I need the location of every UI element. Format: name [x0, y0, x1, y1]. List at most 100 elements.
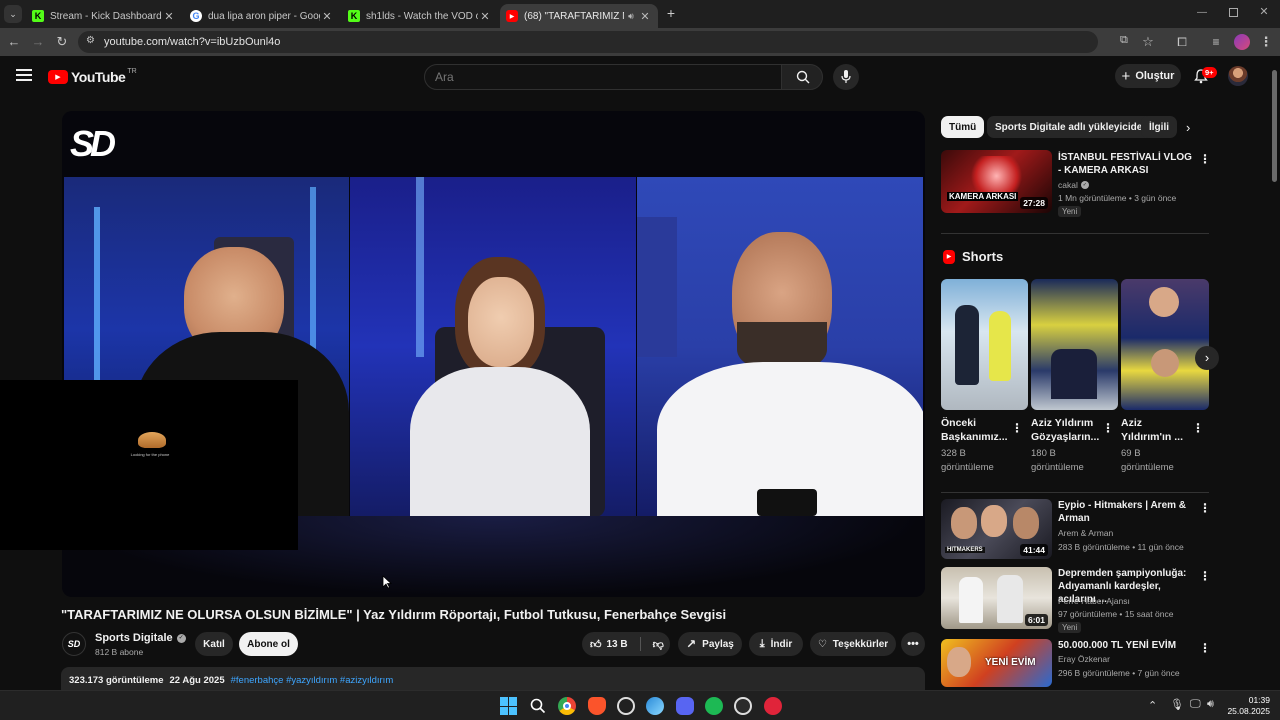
tab-youtube-active[interactable]: ▶ (68) "TARAFTARIMIZ NE OLURSA OLSUN BİZ… [500, 4, 658, 28]
site-info-icon[interactable]: ⚙ [86, 35, 95, 46]
short-title[interactable]: Önceki Başkanımız... [941, 416, 1021, 444]
tab-kick-vod[interactable]: K sh1lds - Watch the VOD on Kick ✕ [342, 4, 498, 28]
voice-search-button[interactable] [833, 64, 859, 90]
short-thumbnail[interactable] [941, 279, 1028, 410]
search-icon[interactable] [529, 697, 547, 715]
video-thumbnail[interactable]: YENİ EVİM [941, 639, 1052, 687]
more-vertical-icon[interactable]: ⋮ [1199, 501, 1211, 515]
address-bar[interactable]: ⚙ youtube.com/watch?v=ibUzbOunl4o ⧉ [78, 31, 1128, 53]
app-icon[interactable] [646, 697, 664, 715]
chips-next-chevron-icon[interactable]: › [1186, 120, 1190, 135]
volume-icon[interactable]: 🔊︎ [1207, 698, 1214, 711]
person-figure [989, 311, 1011, 381]
back-arrow-icon[interactable]: ← [6, 34, 22, 50]
scrollbar-thumb[interactable] [1272, 70, 1277, 182]
short-title[interactable]: Aziz Yıldırım'ın ... [1121, 416, 1191, 444]
speaker-icon[interactable]: 🔊︎ [624, 11, 638, 22]
profile-avatar-icon[interactable] [1234, 34, 1250, 50]
tray-chevron-up-icon[interactable]: ⌃ [1148, 699, 1157, 712]
video-channel[interactable]: cakal ✓ [1058, 180, 1089, 190]
new-tab-plus-icon[interactable]: + [664, 6, 678, 20]
extensions-icon[interactable]: ⧠ [1174, 34, 1190, 50]
page-scrollbar[interactable] [1270, 62, 1278, 688]
close-icon[interactable]: ✕ [320, 10, 334, 23]
menu-kebab-icon[interactable]: ⋮ [1258, 34, 1274, 50]
video-thumbnail[interactable]: 6:01 [941, 567, 1052, 629]
close-icon[interactable]: ✕ [638, 10, 652, 23]
search-field-container[interactable] [424, 64, 782, 90]
search-button[interactable] [781, 64, 823, 90]
chip-all[interactable]: Tümü [941, 116, 985, 138]
spotify-icon[interactable] [705, 697, 723, 715]
video-title[interactable]: İSTANBUL FESTİVALİ VLOG - KAMERA ARKASI [1058, 151, 1196, 177]
discord-icon[interactable] [676, 697, 694, 715]
like-button[interactable]: 👍︎ 13 B [590, 638, 628, 651]
video-channel[interactable]: Eray Özkenar [1058, 654, 1110, 664]
video-channel[interactable]: Perre Haber Ajansı [1058, 596, 1130, 606]
microphone-icon[interactable]: 🎙︎ [1170, 698, 1184, 711]
share-button[interactable]: ↗ Paylaş [678, 632, 742, 656]
chip-related[interactable]: İlgili [1141, 116, 1177, 138]
close-icon[interactable]: ✕ [162, 10, 176, 23]
more-vertical-icon[interactable]: ⋮ [1011, 421, 1023, 435]
views-label: görüntüleme [941, 462, 994, 473]
shorts-logo-icon: ▶ [943, 250, 955, 264]
video-title[interactable]: Eypio - Hitmakers | Arem & Arman [1058, 499, 1196, 525]
video-thumbnail[interactable]: HITMAKERS 41:44 [941, 499, 1052, 559]
more-vertical-icon[interactable]: ⋮ [1102, 421, 1114, 435]
reload-icon[interactable]: ↻ [54, 34, 70, 50]
more-vertical-icon[interactable]: ⋮ [1199, 641, 1211, 655]
search-input[interactable] [435, 70, 765, 84]
bookmark-star-icon[interactable]: ☆ [1140, 34, 1156, 50]
more-vertical-icon[interactable]: ⋮ [1199, 569, 1211, 583]
hamburger-menu-icon[interactable] [16, 67, 32, 83]
youtube-logo[interactable]: ▶ YouTube TR [48, 68, 137, 86]
channel-name[interactable]: Sports Digitale ✓ [95, 632, 186, 644]
video-title[interactable]: 50.000.000 TL YENİ EVİM [1058, 639, 1196, 652]
shorts-next-chevron-icon[interactable]: › [1195, 346, 1219, 370]
tab-search-dropdown-icon[interactable]: ⌄ [4, 5, 22, 23]
short-thumbnail[interactable] [1031, 279, 1118, 410]
short-thumbnail[interactable] [1121, 279, 1209, 410]
tab-kick-dashboard[interactable]: K Stream - Kick Dashboard ✕ [26, 4, 182, 28]
more-vertical-icon[interactable]: ⋮ [1199, 152, 1211, 166]
video-channel[interactable]: Arem & Arman [1058, 528, 1113, 538]
description-stats: 323.173 görüntüleme 22 Ağu 2025 #fenerba… [69, 675, 393, 686]
network-icon[interactable]: 🖵︎ [1190, 698, 1201, 711]
more-actions-button[interactable]: ••• [901, 632, 925, 656]
face [951, 507, 977, 539]
windows-start-icon[interactable] [500, 697, 517, 715]
app-icon[interactable] [764, 697, 782, 715]
tab-google-search[interactable]: G dua lipa aron piper - Google'da Ara ✕ [184, 4, 340, 28]
channel-avatar[interactable]: SD [62, 632, 86, 656]
app-icon[interactable] [617, 697, 635, 715]
subscribe-button[interactable]: Abone ol [239, 632, 298, 656]
brave-icon[interactable] [588, 697, 606, 715]
obs-icon[interactable] [734, 697, 752, 715]
short-title[interactable]: Aziz Yıldırım Gözyaşların... [1031, 416, 1111, 444]
account-avatar[interactable] [1228, 66, 1248, 86]
download-button[interactable]: ⤓ İndir [749, 632, 803, 656]
cast-icon[interactable]: ⧉ [1120, 34, 1128, 47]
chrome-icon[interactable] [558, 697, 576, 715]
close-window-icon[interactable]: ✕ [1258, 6, 1270, 18]
minimize-icon[interactable]: — [1196, 7, 1208, 19]
join-button[interactable]: Katıl [195, 632, 233, 656]
clock[interactable]: 01:39 25.08.2025 [1226, 695, 1270, 717]
pip-overlay-window[interactable]: Looking for the phone [0, 380, 298, 550]
divider [639, 637, 641, 651]
region-label: TR [127, 68, 137, 75]
hashtags[interactable]: #fenerbahçe #yazyıldırım #azizyıldırım [231, 675, 394, 686]
kick-icon: K [32, 10, 44, 22]
chip-from-uploader[interactable]: Sports Digitale adlı yükleyiciden [987, 116, 1157, 138]
maximize-icon[interactable] [1229, 8, 1238, 17]
thanks-button[interactable]: ♡ Teşekkürler [810, 632, 896, 656]
close-icon[interactable]: ✕ [478, 10, 492, 23]
create-button[interactable]: + Oluştur [1115, 64, 1181, 88]
dislike-button[interactable]: 👎︎ [653, 638, 664, 651]
forward-arrow-icon[interactable]: → [30, 34, 46, 50]
more-vertical-icon[interactable]: ⋮ [1192, 421, 1204, 435]
thanks-heart-icon: ♡ [817, 638, 827, 650]
reading-list-icon[interactable]: ≡ [1208, 34, 1224, 50]
video-thumbnail[interactable]: KAMERA ARKASI 27:28 [941, 150, 1052, 213]
